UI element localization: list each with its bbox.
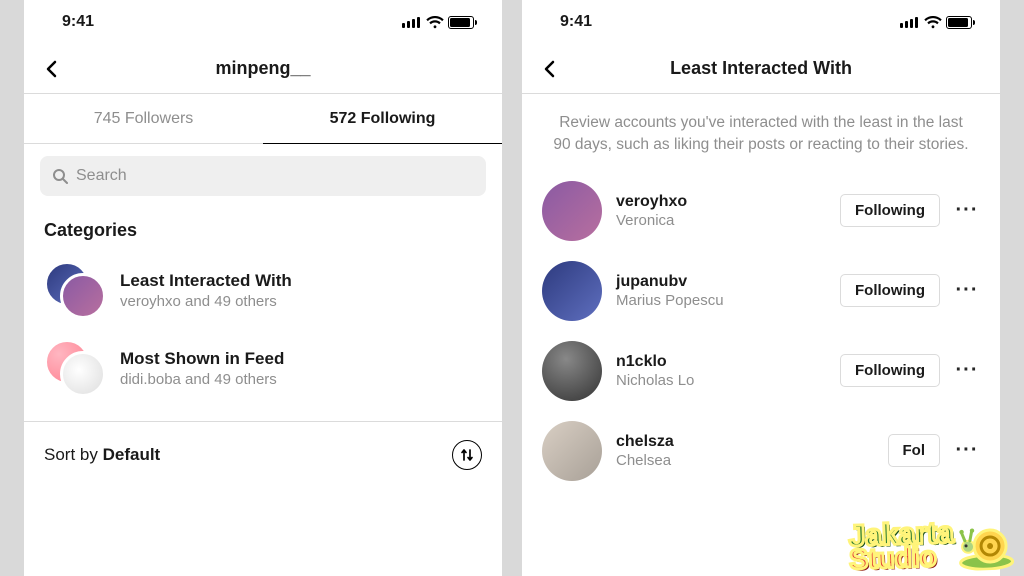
category-least-interacted[interactable]: Least Interacted With veroyhxo and 49 ot… [24, 251, 502, 329]
user-row[interactable]: chelsza Chelsea Fol ··· [522, 411, 1000, 491]
nav-header: minpeng__ [24, 44, 502, 94]
user-row[interactable]: jupanubv Marius Popescu Following ··· [522, 251, 1000, 331]
status-bar: 9:41 [522, 0, 1000, 44]
sort-control[interactable]: Sort by Default [24, 422, 502, 470]
status-time: 9:41 [62, 13, 94, 31]
page-description: Review accounts you've interacted with t… [522, 94, 1000, 171]
tab-followers-label: 745 Followers [94, 110, 194, 128]
tab-followers[interactable]: 745 Followers [24, 94, 263, 143]
category-subtitle: didi.boba and 49 others [120, 371, 284, 388]
category-most-shown[interactable]: Most Shown in Feed didi.boba and 49 othe… [24, 329, 502, 407]
display-name: Marius Popescu [616, 292, 826, 309]
display-name: Veronica [616, 212, 826, 229]
category-title: Most Shown in Feed [120, 349, 284, 369]
page-title: Least Interacted With [522, 58, 1000, 79]
username: n1cklo [616, 353, 826, 371]
tab-following-label: 572 Following [330, 110, 436, 128]
page-title: minpeng__ [24, 58, 502, 79]
display-name: Nicholas Lo [616, 372, 826, 389]
sort-label: Sort by Default [44, 445, 160, 465]
more-icon[interactable]: ··· [954, 279, 980, 302]
back-button[interactable] [536, 55, 564, 83]
wifi-icon [426, 16, 442, 28]
search-input[interactable]: Search [40, 156, 486, 196]
username: veroyhxo [616, 193, 826, 211]
follower-tabs: 745 Followers 572 Following [24, 94, 502, 144]
status-bar: 9:41 [24, 0, 502, 44]
categories-heading: Categories [24, 202, 502, 251]
signal-icon [900, 16, 918, 28]
search-placeholder: Search [76, 167, 127, 185]
category-title: Least Interacted With [120, 271, 292, 291]
phone-least-interacted-screen: 9:41 Least Interacted With Review accoun… [522, 0, 1000, 576]
username: chelsza [616, 433, 874, 451]
more-icon[interactable]: ··· [954, 199, 980, 222]
category-avatars [44, 261, 106, 319]
user-row[interactable]: n1cklo Nicholas Lo Following ··· [522, 331, 1000, 411]
phone-following-screen: 9:41 minpeng__ 745 Followers 572 Followi… [24, 0, 502, 576]
status-time: 9:41 [560, 13, 592, 31]
user-row[interactable]: veroyhxo Veronica Following ··· [522, 171, 1000, 251]
following-button[interactable]: Fol [888, 434, 941, 467]
sort-icon [452, 440, 482, 470]
more-icon[interactable]: ··· [954, 359, 980, 382]
tab-following[interactable]: 572 Following [263, 94, 502, 143]
display-name: Chelsea [616, 452, 874, 469]
following-button[interactable]: Following [840, 274, 940, 307]
following-button[interactable]: Following [840, 194, 940, 227]
battery-icon [448, 16, 474, 29]
username: jupanubv [616, 273, 826, 291]
wifi-icon [924, 16, 940, 28]
category-avatars [44, 339, 106, 397]
more-icon[interactable]: ··· [954, 439, 980, 462]
signal-icon [402, 16, 420, 28]
avatar [542, 341, 602, 401]
search-icon [52, 168, 68, 184]
back-button[interactable] [38, 55, 66, 83]
avatar [542, 261, 602, 321]
battery-icon [946, 16, 972, 29]
following-button[interactable]: Following [840, 354, 940, 387]
avatar [542, 181, 602, 241]
avatar [542, 421, 602, 481]
nav-header: Least Interacted With [522, 44, 1000, 94]
category-subtitle: veroyhxo and 49 others [120, 293, 292, 310]
